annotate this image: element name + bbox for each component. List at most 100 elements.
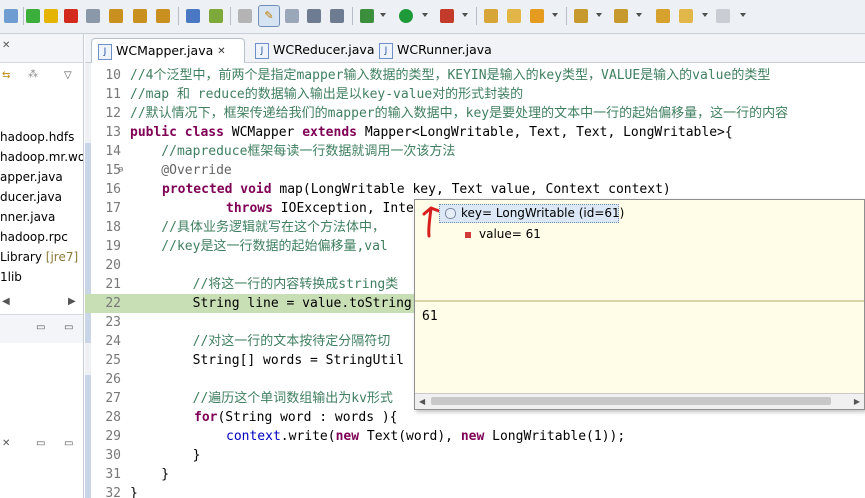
- new-project-icon[interactable]: [484, 9, 498, 23]
- code-line: 12 //默认情况下，框架传递给我们的mapper的输入数据中，key是要处理的…: [85, 104, 865, 123]
- chevron-down-icon[interactable]: [740, 13, 746, 17]
- chevron-down-icon[interactable]: [636, 13, 642, 17]
- highlight-icon[interactable]: ✎: [258, 5, 280, 27]
- code-text: @Override: [130, 163, 232, 178]
- minimize-icon[interactable]: ▭: [36, 438, 45, 449]
- search-icon[interactable]: [530, 9, 544, 23]
- back-icon[interactable]: [679, 9, 693, 23]
- keyword: protected void: [162, 182, 272, 197]
- filter-icon[interactable]: ⁂: [28, 69, 38, 80]
- tree-item-lib[interactable]: 1lib: [0, 270, 22, 284]
- code-line: 30 }: [85, 446, 865, 465]
- chevron-down-icon[interactable]: [380, 13, 386, 17]
- code-text: LongWritable(1));: [484, 429, 626, 444]
- link-editor-icon[interactable]: ⇆: [2, 70, 10, 81]
- close-icon[interactable]: ✕: [217, 40, 227, 64]
- code-line: 14 //mapreduce框架每读一行数据就调用一次该方法: [85, 142, 865, 161]
- open-icon[interactable]: [507, 9, 521, 23]
- toolbar-separator: [23, 7, 24, 25]
- toolbar-separator: [230, 7, 231, 25]
- toggle-mark-occurrences-icon[interactable]: [238, 9, 252, 23]
- line-number: 12: [105, 106, 121, 121]
- chevron-down-icon[interactable]: [596, 13, 602, 17]
- run-icon[interactable]: [399, 9, 413, 23]
- line-number: 15: [105, 163, 121, 178]
- suspend-icon[interactable]: [44, 9, 58, 23]
- forward-icon[interactable]: [716, 9, 730, 23]
- tree-item-package-mr[interactable]: hadoop.mr.wo: [0, 150, 83, 164]
- java-file-icon: J: [379, 42, 393, 59]
- last-edit-icon[interactable]: [656, 9, 670, 23]
- scroll-right-icon[interactable]: ▶: [68, 296, 76, 307]
- drop-to-frame-icon[interactable]: [186, 9, 200, 23]
- tree-item-wcmapper[interactable]: apper.java: [0, 170, 63, 184]
- minimize-icon[interactable]: ▭: [36, 322, 45, 333]
- step-return-icon[interactable]: [156, 9, 170, 23]
- tree-item-package-hdfs[interactable]: hadoop.hdfs: [0, 130, 74, 144]
- maximize-icon[interactable]: ▭: [64, 438, 73, 449]
- code-text: //遍历这个单词数组输出为kv形式: [130, 391, 393, 406]
- line-number: 32: [105, 486, 121, 498]
- skip-breakpoints-icon[interactable]: [4, 9, 18, 23]
- close-icon[interactable]: ✕: [2, 438, 10, 449]
- tab-wcrunner[interactable]: J WCRunner.java: [373, 38, 503, 63]
- next-annotation-icon[interactable]: [574, 9, 588, 23]
- code-text: //具体业务逻辑就写在这个方法体中，: [130, 220, 385, 235]
- previous-annotation-icon[interactable]: [614, 9, 628, 23]
- line-number: 20: [105, 258, 121, 273]
- tree-item-wcreducer[interactable]: ducer.java: [0, 190, 62, 204]
- tree-item-jre-library[interactable]: Library [jre7]: [0, 250, 78, 264]
- maximize-icon[interactable]: ▭: [64, 322, 73, 333]
- toggle-block-icon[interactable]: [285, 9, 299, 23]
- code-text: throws IOException, Inte: [226, 199, 414, 218]
- external-tools-icon[interactable]: [440, 9, 454, 23]
- toolbar-separator: [178, 7, 179, 25]
- code-text: map(LongWritable key, Text value, Contex…: [271, 182, 671, 197]
- scroll-left-icon[interactable]: ◀: [419, 397, 425, 406]
- tree-root-key[interactable]: key= LongWritable (id=61): [445, 205, 624, 221]
- keyword: new: [335, 429, 360, 444]
- resume-icon[interactable]: [26, 9, 40, 23]
- scroll-left-icon[interactable]: ◀: [2, 296, 10, 307]
- code-text: public class WCMapper extends Mapper<Lon…: [130, 123, 733, 142]
- close-icon[interactable]: ✕: [2, 40, 10, 51]
- scrollbar-thumb[interactable]: [431, 397, 831, 405]
- chevron-down-icon[interactable]: [552, 13, 558, 17]
- package-explorer-header: ✕: [0, 34, 83, 63]
- view-menu-icon[interactable]: ▽: [64, 70, 72, 81]
- object-icon: [445, 208, 456, 219]
- formatting-icon[interactable]: [330, 9, 344, 23]
- tree-item-package-rpc[interactable]: hadoop.rpc: [0, 230, 68, 244]
- line-number: 29: [105, 429, 121, 444]
- line-number: 21: [105, 277, 121, 292]
- code-text: }: [130, 486, 138, 498]
- popup-divider[interactable]: [415, 300, 864, 302]
- code-text: //map 和 reduce的数据输入输出是以key-value对的形式封装的: [130, 87, 524, 102]
- chevron-down-icon[interactable]: [702, 13, 708, 17]
- line-number: 16: [105, 182, 121, 197]
- tree-child-value[interactable]: value= 61: [465, 226, 541, 242]
- keyword: throws: [226, 201, 273, 216]
- step-over-icon[interactable]: [133, 9, 147, 23]
- toolbar-separator: [476, 7, 477, 25]
- scroll-right-icon[interactable]: ▶: [854, 397, 860, 406]
- tab-wcmapper[interactable]: J WCMapper.java ✕: [91, 38, 245, 63]
- show-whitespace-icon[interactable]: [307, 9, 321, 23]
- tree-item-wcrunner[interactable]: nner.java: [0, 210, 55, 224]
- chevron-down-icon[interactable]: [462, 13, 468, 17]
- tab-wcreducer[interactable]: J WCReducer.java: [249, 38, 374, 63]
- fold-toggle-icon[interactable]: ⊖: [118, 161, 123, 180]
- step-into-icon[interactable]: [109, 9, 123, 23]
- line-number: 30: [105, 448, 121, 463]
- variable-inspect-popup[interactable]: key= LongWritable (id=61) value= 61 61 ◀…: [414, 199, 865, 410]
- code-text: String[] words = StringUtil: [130, 353, 404, 368]
- variable-tree[interactable]: key= LongWritable (id=61) value= 61: [415, 200, 864, 300]
- line-number: 19: [105, 239, 121, 254]
- horizontal-scrollbar[interactable]: ◀ ▶: [415, 393, 864, 409]
- keyword: public class: [130, 125, 224, 140]
- chevron-down-icon[interactable]: [422, 13, 428, 17]
- debug-icon[interactable]: [360, 9, 374, 23]
- disconnect-icon[interactable]: [86, 9, 100, 23]
- use-step-filters-icon[interactable]: [209, 9, 223, 23]
- terminate-icon[interactable]: [64, 9, 78, 23]
